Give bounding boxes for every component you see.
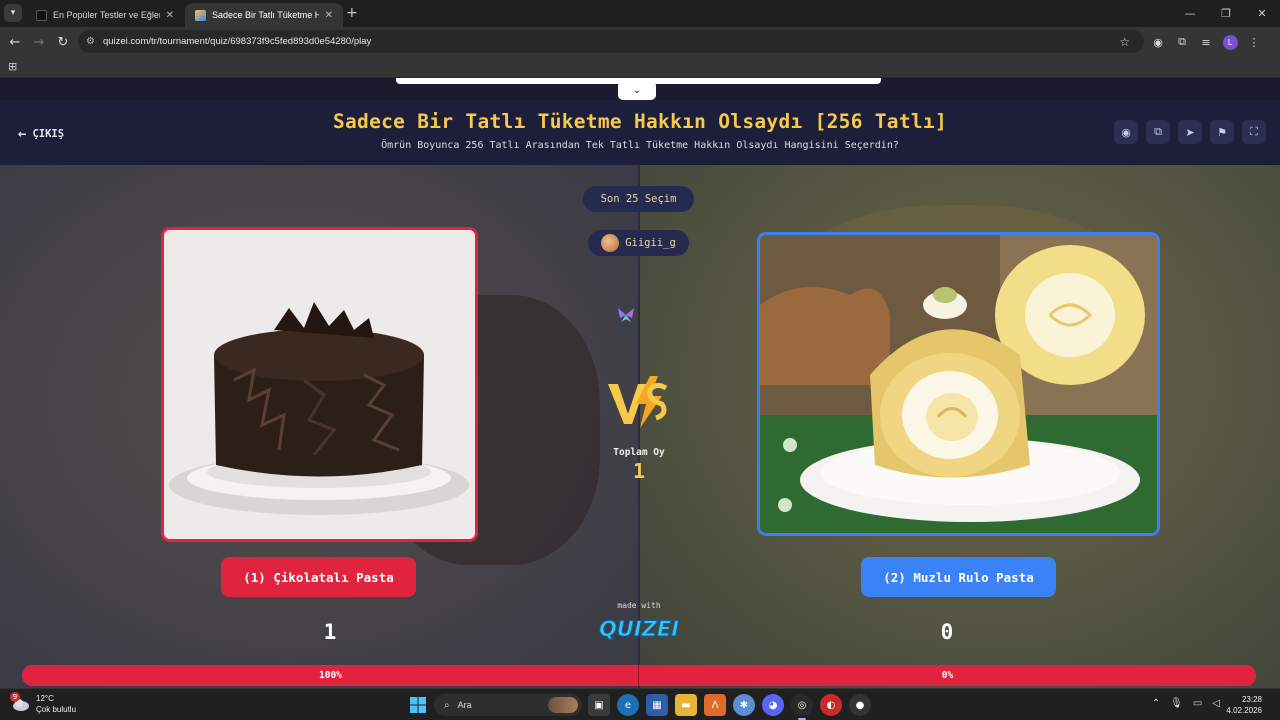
chrome-icon[interactable]: ◎ [791,694,813,720]
tray-chevron-icon[interactable]: ⌃ [1152,698,1160,709]
site-info-icon[interactable]: ⚙ [86,36,95,47]
clock-time: 23:28 [1241,695,1262,704]
apps-grid-icon[interactable]: ⊞ [8,60,17,73]
chocolate-cake-image [164,230,475,539]
total-votes-value: 1 [632,459,646,483]
eye-icon[interactable]: ◉ [1114,120,1138,144]
task-view-icon[interactable]: ▣ [588,694,610,716]
quiz-header: ← ÇIKIŞ Sadece Bir Tatlı Tüketme Hakkın … [0,100,1280,165]
address-bar[interactable]: ⚙ quizei.com/tr/tournament/quiz/698373f9… [78,30,1144,53]
tab-close-icon[interactable]: ✕ [325,10,333,21]
quiz-title: Sadece Bir Tatlı Tüketme Hakkın Olsaydı … [332,110,948,133]
vote-count-right: 0 [940,620,954,644]
taskbar-clock[interactable]: 23:28 4.02.2026 [1226,694,1262,716]
search-placeholder: Ara [457,700,472,710]
percent-right: 0% [941,670,954,681]
profile-wrapper: L [1218,34,1242,50]
user-pill[interactable]: Giigii_g [588,230,689,256]
bookmark-star-icon[interactable]: ☆ [1119,35,1130,49]
choice-image-left[interactable] [161,227,478,542]
url-text: quizei.com/tr/tournament/quiz/698373f9c5… [102,36,372,47]
send-icon[interactable]: ➤ [1178,120,1202,144]
app-a-icon[interactable]: Λ [704,694,726,716]
total-votes-label: Toplam Oy [613,447,665,458]
chevron-down-icon[interactable]: ⌄ [618,81,656,100]
tab-favicon-icon [36,9,47,21]
toolbar-actions: ◉ ⧉ ≡ L ⋮ [1146,33,1266,51]
browser-tab-active[interactable]: Sadece Bir Tatlı Tüketme Hakkı ✕ [185,3,343,27]
browser-tab[interactable]: En Popüler Testler ve Eğlenceli ✕ [26,3,184,27]
quiz-subtitle: Ömrün Boyunca 256 Tatlı Arasından Tek Ta… [381,140,899,151]
reload-icon[interactable]: ↻ [53,32,73,52]
tab-search-icon[interactable]: ▾ [4,4,22,22]
reading-list-icon[interactable]: ≡ [1194,36,1218,49]
windows-start-icon[interactable] [410,697,426,713]
close-window-icon[interactable]: ✕ [1244,0,1280,27]
microphone-icon[interactable]: 🎙 [1170,698,1183,709]
tab-title: Sadece Bir Tatlı Tüketme Hakkı [212,10,319,20]
butterfly-icon [618,308,634,322]
last-choices-button[interactable]: Son 25 Seçim [583,186,694,212]
tab-favicon-icon [195,9,206,21]
share-icon[interactable]: ⧉ [1146,120,1170,144]
header-tools: ◉ ⧉ ➤ ⚑ ⛶ [1114,120,1266,144]
brand-logo-text: QUIZEI [599,617,679,641]
percent-left: 100% [319,670,342,681]
windows-taskbar: 9 12°C Çok bulutlu ⌕ Ara ▣ e ▦ ▬ Λ ✱ ◕ ◎… [0,688,1280,720]
edge-icon[interactable]: e [617,694,639,716]
vote-arena: Son 25 Seçim Giigii_g Toplam Oy 1 (1) Çi… [0,165,1280,688]
search-icon: ⌕ [444,699,450,711]
temperature: 12°C [36,694,54,703]
file-explorer-icon[interactable]: ▬ [675,694,697,716]
cloud-icon: 9 [10,692,30,713]
result-progress-bar: 100% 0% [22,665,1256,686]
search-highlight-image [548,697,578,713]
clock-date: 4.02.2026 [1226,706,1262,715]
choice-button-left[interactable]: (1) Çikolatalı Pasta [221,557,416,597]
profile-avatar[interactable]: L [1222,34,1238,50]
volume-icon[interactable]: ◁ [1212,698,1220,709]
quiz-page: ⌄ ← ÇIKIŞ Sadece Bir Tatlı Tüketme Hakkı… [0,78,1280,688]
flag-icon[interactable]: ⚑ [1210,120,1234,144]
system-tray: ⌃ 🎙 ▭ ◁ [1152,698,1220,709]
tab-close-icon[interactable]: ✕ [166,10,174,21]
taskbar-apps: ▣ e ▦ ▬ Λ ✱ ◕ ◎ ◐ ● [588,694,871,720]
made-with-label: made with [617,601,661,610]
extension-avatar-icon[interactable]: ◉ [1146,36,1170,49]
app-dark-icon[interactable]: ● [849,694,871,716]
network-icon[interactable]: ▭ [1193,698,1202,709]
versus-icon [608,376,668,428]
new-tab-icon[interactable]: + [346,5,358,21]
forward-icon[interactable]: → [29,32,49,52]
weather-condition: Çok bulutlu [36,705,77,714]
extensions-icon[interactable]: ⧉ [1170,35,1194,49]
weather-widget[interactable]: 9 12°C Çok bulutlu [10,692,77,715]
app-gear-icon[interactable]: ✱ [733,694,755,716]
back-icon[interactable]: ← [5,32,25,52]
taskbar-search[interactable]: ⌕ Ara [434,694,582,716]
minimize-icon[interactable]: — [1172,0,1208,27]
menu-icon[interactable]: ⋮ [1242,36,1266,49]
store-icon[interactable]: ▦ [646,694,668,716]
tab-title: En Popüler Testler ve Eğlenceli [53,10,160,20]
browser-toolbar: ← → ↻ ⚙ quizei.com/tr/tournament/quiz/69… [0,27,1280,56]
choice-button-right[interactable]: (2) Muzlu Rulo Pasta [861,557,1056,597]
weather-badge: 9 [10,692,20,702]
user-avatar [601,234,620,252]
choice-image-right[interactable] [757,232,1160,536]
window-controls: — ❐ ✕ [1172,0,1280,27]
app-red-icon[interactable]: ◐ [820,694,842,716]
quizei-logo[interactable]: QUIZEI [596,613,682,643]
progress-midline [638,665,639,686]
restore-icon[interactable]: ❐ [1208,0,1244,27]
bookmarks-bar: ⊞ [0,56,1280,78]
discord-icon[interactable]: ◕ [762,694,784,716]
fullscreen-icon[interactable]: ⛶ [1242,120,1266,144]
browser-tabstrip: ▾ En Popüler Testler ve Eğlenceli ✕ Sade… [0,0,1280,27]
vote-count-left: 1 [323,620,337,644]
banana-roll-cake-image [760,235,1157,533]
username: Giigii_g [625,237,676,249]
